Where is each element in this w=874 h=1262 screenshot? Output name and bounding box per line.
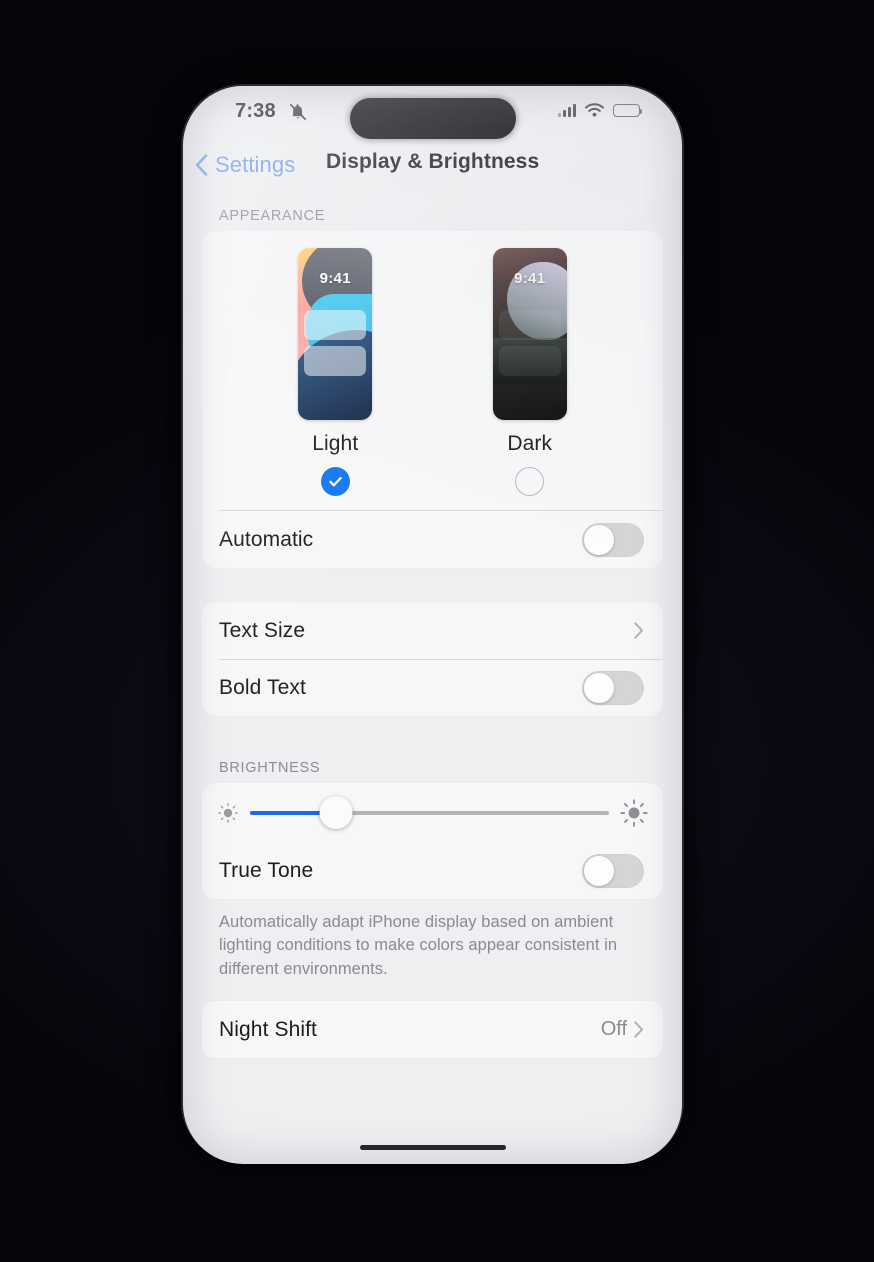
home-indicator[interactable]	[359, 1145, 506, 1150]
back-button-label: Settings	[215, 152, 296, 177]
bell-slash-icon	[289, 103, 307, 121]
chevron-left-icon	[195, 154, 208, 176]
row-automatic[interactable]: Automatic	[202, 511, 663, 568]
appearance-option-light[interactable]: 9:41 Light	[298, 248, 373, 496]
preview-notification-card	[304, 310, 367, 340]
true-tone-toggle[interactable]	[582, 853, 644, 888]
dark-radio-unselected[interactable]	[515, 467, 545, 496]
page-title: Display & Brightness	[326, 150, 540, 173]
row-bold-text[interactable]: Bold Text	[202, 659, 663, 716]
preview-clock: 9:41	[319, 270, 351, 287]
chevron-right-icon	[634, 622, 643, 639]
sun-low-icon	[218, 802, 238, 823]
brightness-slider-row[interactable]	[202, 783, 663, 842]
true-tone-description: Automatically adapt iPhone display based…	[219, 913, 618, 978]
sun-high-icon	[620, 798, 648, 827]
light-wallpaper-preview: 9:41	[298, 248, 373, 420]
phone-screen: 7:38 Settings Display & Brightness APPEA…	[183, 86, 682, 1164]
status-bar: 7:38	[183, 86, 682, 144]
settings-scroll-content[interactable]: APPEARANCE 9:41 Light 9:41 Dark Automati…	[183, 198, 682, 1164]
appearance-option-label: Dark	[507, 432, 553, 455]
iphone-device: 7:38 Settings Display & Brightness APPEA…	[181, 84, 684, 1164]
preview-notification-card	[304, 346, 367, 376]
checkmark-icon	[329, 476, 342, 487]
automatic-toggle[interactable]	[582, 522, 644, 557]
brightness-section-header: BRIGHTNESS	[219, 760, 321, 776]
brightness-slider[interactable]	[250, 796, 609, 830]
toggle-knob	[584, 672, 614, 703]
appearance-card: 9:41 Light 9:41 Dark Automatic	[202, 231, 663, 568]
night-shift-value: Off	[600, 1018, 627, 1041]
cellular-bars-icon	[558, 103, 576, 117]
row-night-shift[interactable]: Night Shift Off	[202, 1001, 663, 1058]
appearance-option-label: Light	[312, 432, 359, 455]
row-label-text-size: Text Size	[219, 618, 306, 642]
slider-thumb[interactable]	[319, 796, 353, 829]
navigation-bar: Settings Display & Brightness	[183, 148, 682, 194]
appearance-option-dark[interactable]: 9:41 Dark	[492, 248, 567, 496]
status-bar-indicators	[558, 100, 643, 120]
night-shift-card: Night Shift Off	[202, 1001, 663, 1059]
status-bar-clock: 7:38	[235, 100, 276, 122]
battery-icon	[613, 103, 643, 117]
row-label-night-shift: Night Shift	[219, 1017, 317, 1041]
preview-clock: 9:41	[514, 270, 546, 287]
bold-text-toggle[interactable]	[582, 670, 644, 705]
appearance-section-header: APPEARANCE	[219, 208, 326, 224]
preview-notification-card	[498, 310, 561, 340]
row-true-tone[interactable]: True Tone	[202, 842, 663, 899]
toggle-knob	[584, 855, 614, 886]
text-card: Text Size Bold Text	[202, 602, 663, 716]
row-label-bold-text: Bold Text	[219, 675, 306, 699]
preview-notification-card	[498, 346, 561, 376]
back-button[interactable]: Settings	[195, 148, 295, 182]
light-radio-selected[interactable]	[320, 467, 350, 496]
appearance-options: 9:41 Light 9:41 Dark	[202, 244, 663, 504]
toggle-knob	[584, 524, 614, 555]
chevron-right-icon	[634, 1021, 643, 1038]
dynamic-island	[349, 98, 516, 139]
brightness-card: True Tone	[202, 783, 663, 899]
row-text-size[interactable]: Text Size	[202, 602, 663, 659]
row-label-true-tone: True Tone	[219, 858, 314, 882]
row-label-automatic: Automatic	[219, 527, 314, 551]
dark-wallpaper-preview: 9:41	[492, 248, 567, 420]
wifi-icon	[585, 103, 604, 117]
